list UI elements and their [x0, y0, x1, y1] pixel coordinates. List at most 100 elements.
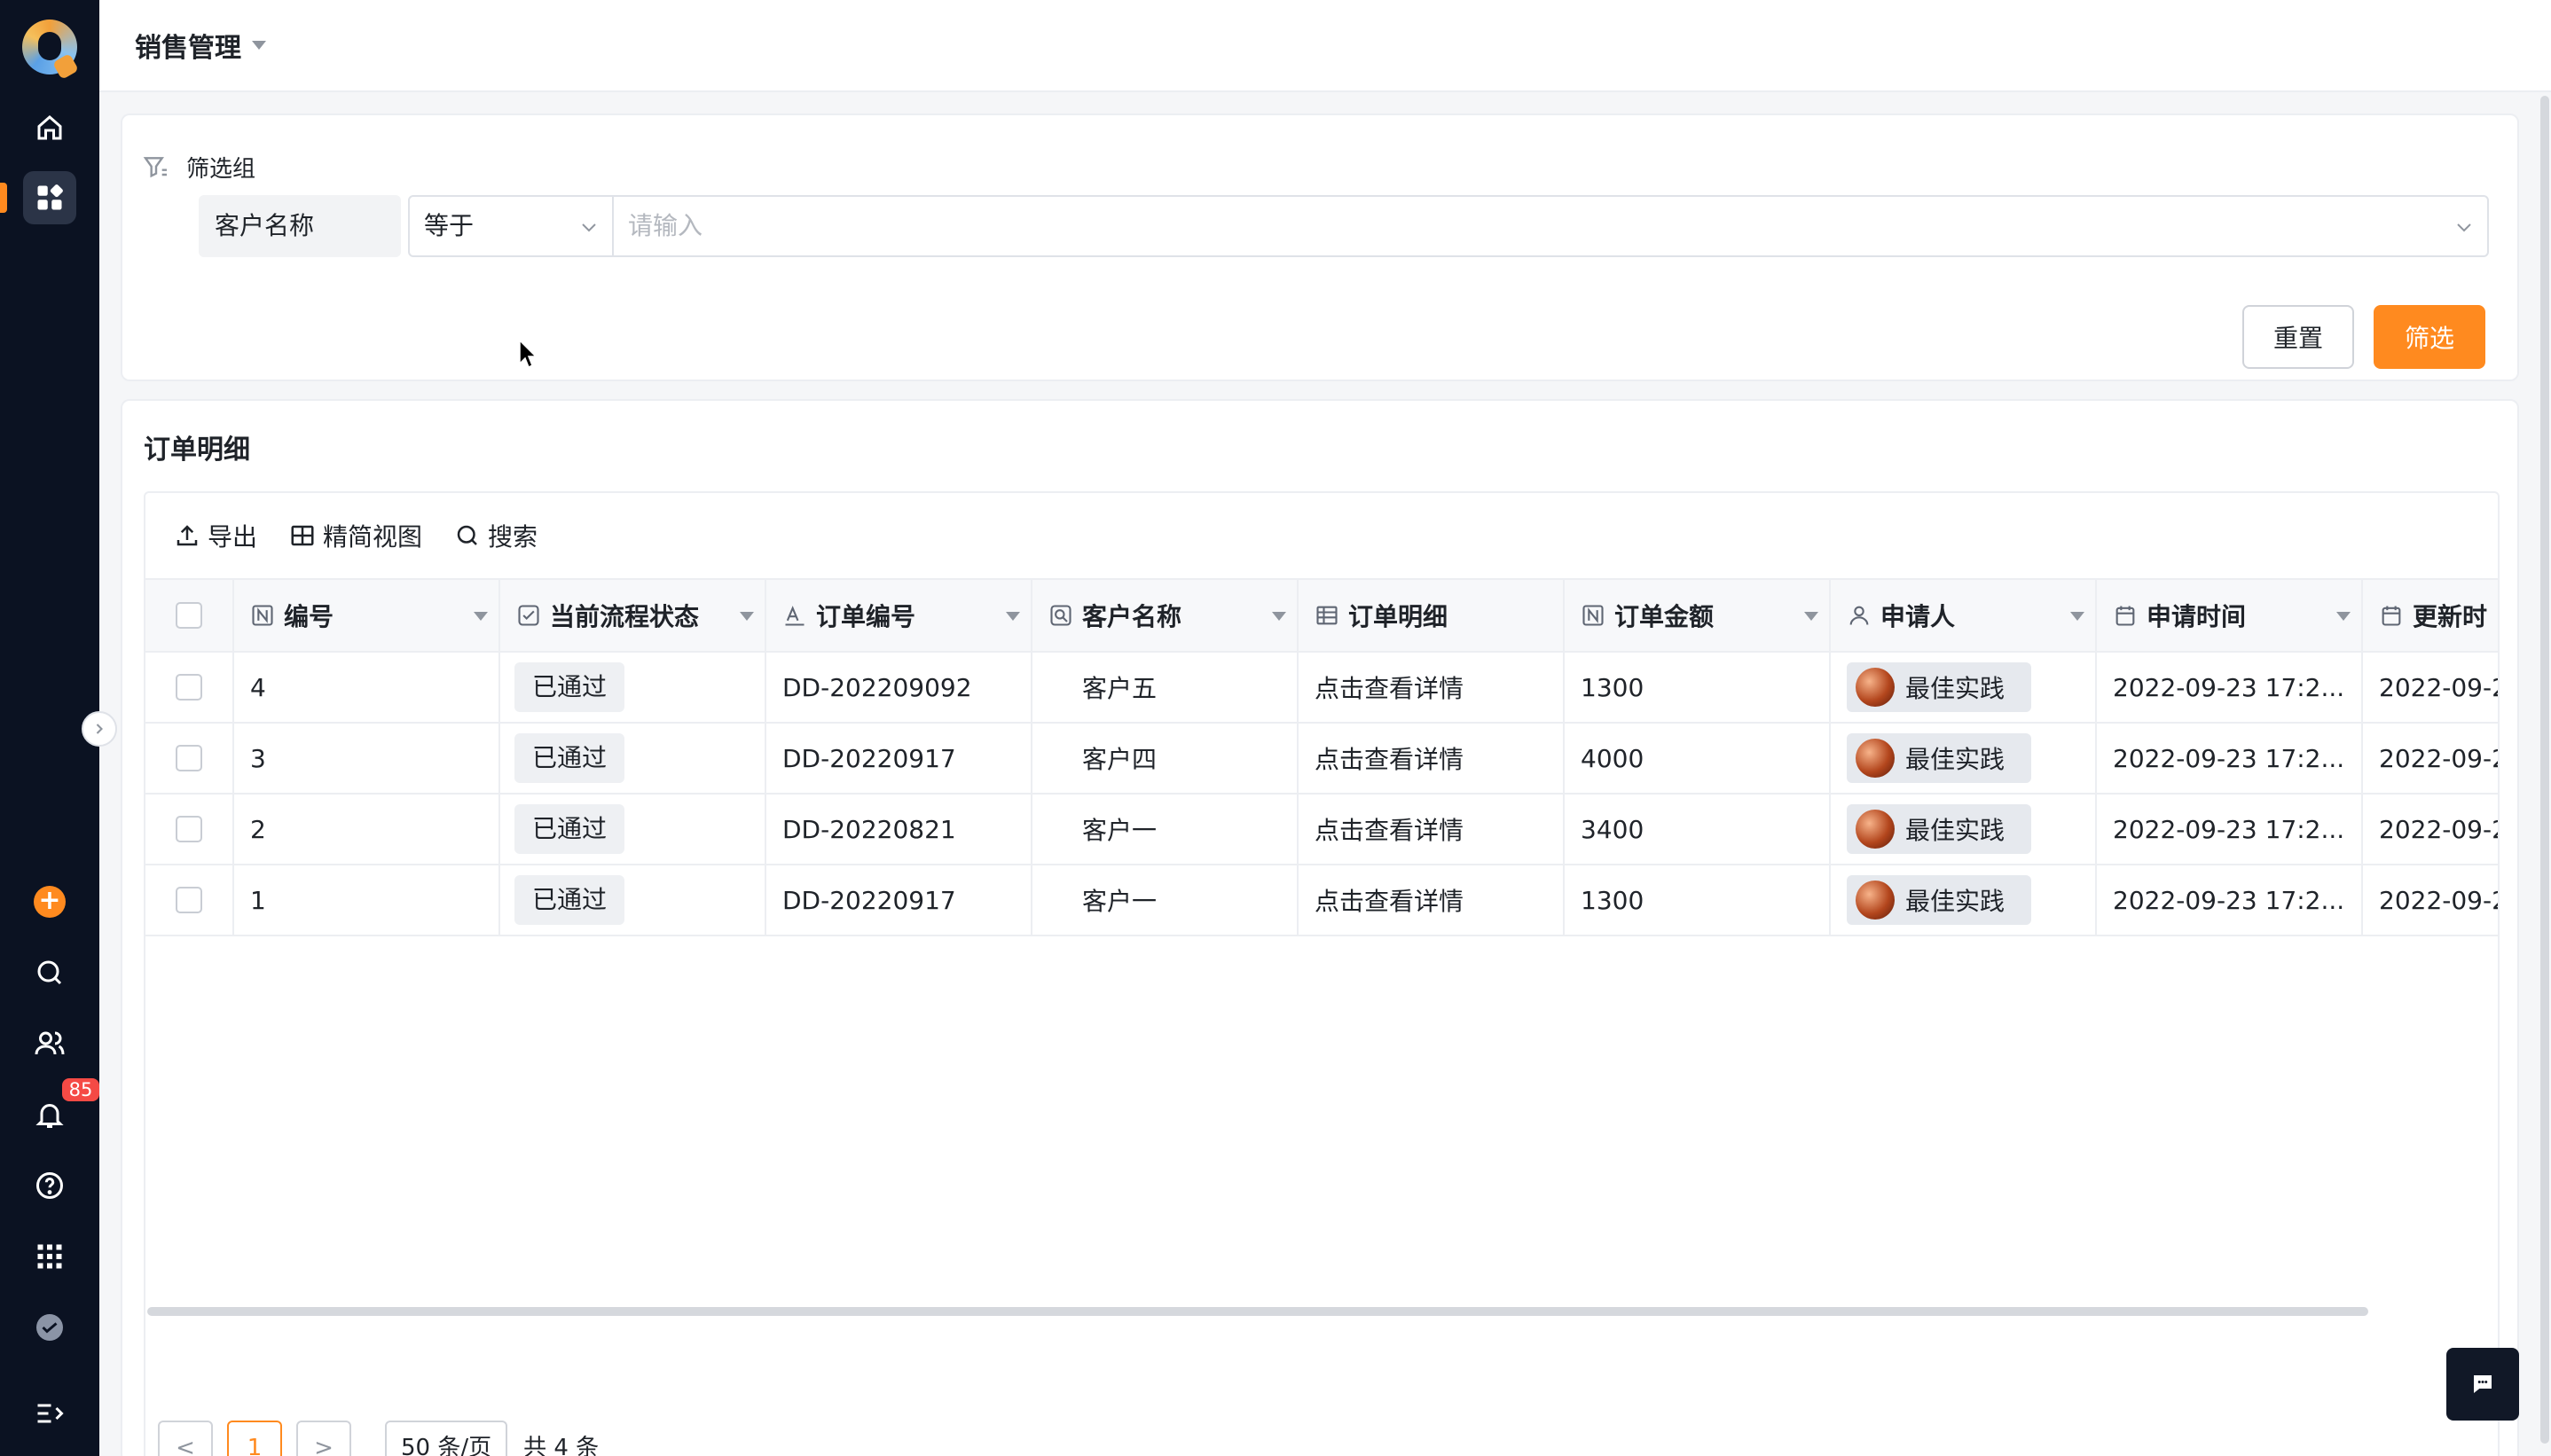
compact-view-button[interactable]: 精简视图: [289, 518, 422, 553]
applicant-chip[interactable]: 最佳实践: [1847, 804, 2032, 854]
expand-sidebar-button[interactable]: [82, 711, 117, 747]
applicant-chip[interactable]: 最佳实践: [1847, 875, 2032, 925]
total-count: 共 4 条: [523, 1435, 600, 1456]
column-header-label: 客户名称: [1082, 602, 1182, 631]
table-row[interactable]: 3 已通过 DD-20220917 客户四 点击查看详情 4000 最佳实践 2…: [145, 724, 2498, 795]
caret-down-icon[interactable]: [740, 612, 754, 621]
cell-customer[interactable]: 客户五: [1032, 653, 1299, 722]
row-checkbox[interactable]: [176, 816, 202, 842]
table-search-button[interactable]: 搜索: [454, 518, 538, 553]
caret-down-icon[interactable]: [474, 612, 488, 621]
column-header-order-no[interactable]: 订单编号: [766, 580, 1032, 651]
column-header-id[interactable]: 编号: [234, 580, 500, 651]
column-header-applicant[interactable]: 申请人: [1831, 580, 2097, 651]
cell-amount: 4000: [1565, 724, 1831, 793]
nav-contacts[interactable]: [23, 1017, 76, 1070]
filter-operator-select[interactable]: 等于: [408, 195, 614, 257]
user-field-icon: [1849, 606, 1869, 625]
row-checkbox[interactable]: [176, 745, 202, 771]
caret-down-icon[interactable]: [252, 41, 266, 50]
next-page-button[interactable]: >: [296, 1421, 351, 1456]
row-checkbox[interactable]: [176, 674, 202, 701]
caret-down-icon[interactable]: [1804, 612, 1818, 621]
filter-value-placeholder: 请输入: [628, 211, 703, 240]
avatar: [1856, 668, 1895, 707]
dots-grid-icon: [37, 1244, 62, 1269]
filter-field-label: 客户名称: [199, 195, 401, 257]
cell-status: 已通过: [500, 724, 766, 793]
notification-badge: 85: [62, 1078, 99, 1101]
app-logo[interactable]: [20, 18, 80, 81]
applicant-chip[interactable]: 最佳实践: [1847, 733, 2032, 783]
cell-order-no: DD-20220917: [766, 865, 1032, 935]
page-size-select[interactable]: 50 条/页: [385, 1421, 508, 1456]
column-header-applied-at[interactable]: 申请时间: [2097, 580, 2363, 651]
cell-detail-link[interactable]: 点击查看详情: [1299, 865, 1565, 935]
nav-search[interactable]: [23, 946, 76, 999]
column-header-updated-at[interactable]: 更新时: [2363, 580, 2498, 651]
filter-panel: 筛选组 客户名称 等于 请输入 重置 筛选: [121, 114, 2519, 381]
applicant-chip[interactable]: 最佳实践: [1847, 662, 2032, 712]
column-header-detail[interactable]: 订单明细: [1299, 580, 1565, 651]
prev-page-button[interactable]: <: [158, 1421, 213, 1456]
nav-create[interactable]: +: [23, 875, 76, 928]
caret-down-icon[interactable]: [1006, 612, 1020, 621]
cell-amount: 1300: [1565, 653, 1831, 722]
select-all-cell: [145, 580, 234, 651]
caret-down-icon[interactable]: [2336, 612, 2351, 621]
row-checkbox[interactable]: [176, 887, 202, 913]
cell-detail-link[interactable]: 点击查看详情: [1299, 724, 1565, 793]
row-select-cell: [145, 865, 234, 935]
chevron-down-icon: [2457, 223, 2471, 232]
avatar: [1856, 739, 1895, 778]
plus-icon: +: [34, 886, 66, 918]
nav-help[interactable]: [23, 1159, 76, 1212]
cell-amount: 3400: [1565, 795, 1831, 864]
horizontal-scrollbar[interactable]: [147, 1307, 2368, 1316]
cell-customer[interactable]: 客户一: [1032, 795, 1299, 864]
cell-customer[interactable]: 客户四: [1032, 724, 1299, 793]
reset-button[interactable]: 重置: [2242, 305, 2354, 369]
select-all-checkbox[interactable]: [176, 602, 202, 629]
section-title: 订单明细: [144, 434, 250, 466]
filter-button[interactable]: 筛选: [2374, 305, 2485, 369]
subtable-field-icon: [1316, 606, 1338, 625]
page-title[interactable]: 销售管理: [135, 26, 241, 65]
nav-collapse[interactable]: [23, 1387, 76, 1440]
chat-button[interactable]: [2446, 1348, 2519, 1421]
cell-status: 已通过: [500, 865, 766, 935]
check-circle-icon: [36, 1314, 63, 1341]
status-badge: 已通过: [514, 804, 625, 854]
order-detail-panel: 订单明细 导出 精简视图 搜索 编号 当前流程状态 订单编号 客户名称 订单明细…: [121, 399, 2519, 1456]
table-header-row: 编号 当前流程状态 订单编号 客户名称 订单明细 订单金额 申请人 申请时间 更…: [145, 578, 2498, 653]
page-number-button[interactable]: 1: [227, 1421, 282, 1456]
cell-order-no: DD-20220821: [766, 795, 1032, 864]
export-button[interactable]: 导出: [174, 518, 257, 553]
cell-customer[interactable]: 客户一: [1032, 865, 1299, 935]
chat-icon: [2474, 1375, 2492, 1393]
applicant-name: 最佳实践: [1905, 745, 2005, 774]
cell-id: 3: [234, 724, 500, 793]
nav-workspace[interactable]: [23, 1301, 76, 1354]
column-header-amount[interactable]: 订单金额: [1565, 580, 1831, 651]
chevron-right-icon: [96, 724, 103, 734]
nav-apps[interactable]: [23, 171, 76, 224]
cell-detail-link[interactable]: 点击查看详情: [1299, 795, 1565, 864]
filter-value-input[interactable]: 请输入: [612, 195, 2489, 257]
column-header-customer[interactable]: 客户名称: [1032, 580, 1299, 651]
nav-home[interactable]: [23, 101, 76, 154]
applicant-name: 最佳实践: [1905, 674, 2005, 703]
table-row[interactable]: 2 已通过 DD-20220821 客户一 点击查看详情 3400 最佳实践 2…: [145, 795, 2498, 865]
upload-icon: [177, 525, 198, 546]
caret-down-icon[interactable]: [2070, 612, 2084, 621]
column-header-label: 申请人: [1880, 602, 1956, 631]
filter-group-title: 筛选组: [142, 151, 255, 184]
table-row[interactable]: 1 已通过 DD-20220917 客户一 点击查看详情 1300 最佳实践 2…: [145, 865, 2498, 936]
column-header-status[interactable]: 当前流程状态: [500, 580, 766, 651]
nav-app-center[interactable]: [23, 1230, 76, 1283]
lookup-field-icon: [1050, 605, 1071, 626]
table-row[interactable]: 4 已通过 DD-202209092 客户五 点击查看详情 1300 最佳实践 …: [145, 653, 2498, 724]
caret-down-icon[interactable]: [1272, 612, 1286, 621]
vertical-scrollbar[interactable]: [2540, 96, 2549, 1444]
cell-detail-link[interactable]: 点击查看详情: [1299, 653, 1565, 722]
